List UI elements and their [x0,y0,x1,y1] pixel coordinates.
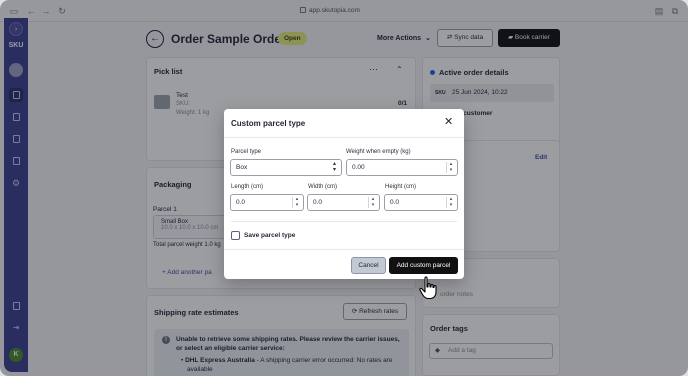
weight-stepper[interactable]: ▴ ▾ [446,161,455,173]
modal-footer-divider [224,249,464,250]
save-parcel-type-label[interactable]: Save parcel type [244,232,295,239]
width-value: 0.0 [313,199,323,206]
length-stepper[interactable]: ▴ ▾ [292,196,301,208]
close-icon[interactable]: ✕ [444,117,453,128]
parcel-type-label: Parcel type [231,149,262,155]
height-value: 0.0 [390,199,400,206]
cancel-button[interactable]: Cancel [351,257,386,274]
parcel-type-value: Box [236,164,248,171]
modal-header-divider [224,137,464,138]
app-window: ▭ ← → ↻ app.skutopia.com ▤ ⧉ › SKU ⚙ ⇥ K… [0,0,688,376]
width-input[interactable]: 0.0 ▴ ▾ [307,194,380,211]
parcel-type-select[interactable]: Box ▴ ▾ [230,159,342,176]
height-input[interactable]: 0.0 ▴ ▾ [384,194,458,211]
add-custom-parcel-button[interactable]: Add custom parcel [389,257,458,274]
length-label: Length (cm) [231,184,264,190]
custom-parcel-modal: Custom parcel type ✕ Parcel type Box ▴ ▾ … [224,109,464,279]
height-stepper[interactable]: ▴ ▾ [446,196,455,208]
weight-input[interactable]: 0.00 ▴ ▾ [346,159,458,176]
width-stepper[interactable]: ▴ ▾ [368,196,377,208]
length-input[interactable]: 0.0 ▴ ▾ [230,194,304,211]
select-arrows-icon: ▴ ▾ [332,161,336,173]
save-parcel-type-checkbox[interactable] [231,231,240,240]
length-value: 0.0 [236,199,246,206]
weight-value: 0.00 [352,164,365,171]
weight-label: Weight when empty (kg) [346,149,411,155]
modal-title: Custom parcel type [231,119,306,128]
width-label: Width (cm) [308,184,337,190]
field-divider [231,221,457,222]
height-label: Height (cm) [385,184,417,190]
hand-cursor-icon [419,276,437,300]
